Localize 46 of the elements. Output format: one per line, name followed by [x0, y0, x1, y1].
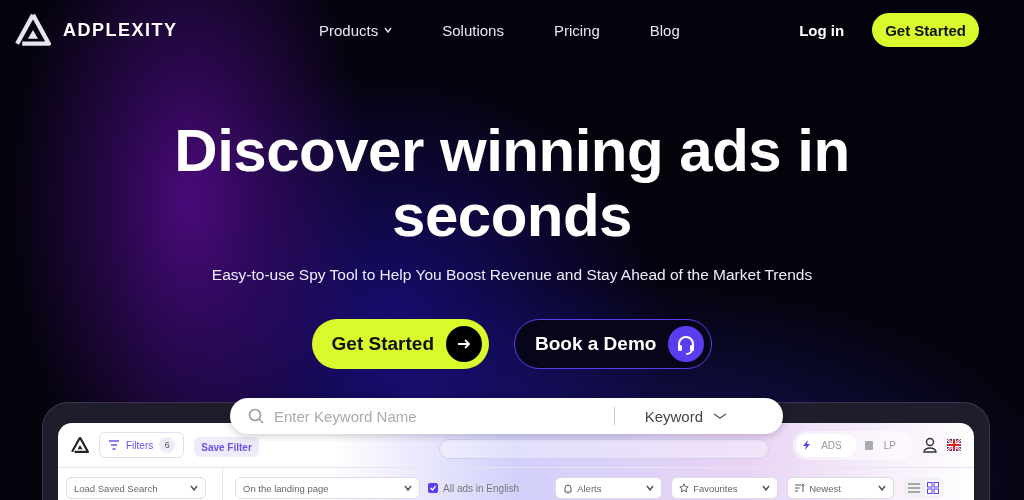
flag-icon[interactable] — [947, 439, 961, 451]
english-checkbox[interactable]: All ads in English — [428, 482, 520, 494]
headline: Discover winning ads in — [174, 117, 850, 184]
saved-search-dropdown[interactable]: Load Saved Search — [66, 477, 206, 499]
chevron-down-icon — [713, 413, 727, 419]
keyword-search-field[interactable]: Enter Keyword Name Keyword — [230, 398, 783, 434]
lightning-icon — [803, 440, 811, 450]
sort-icon — [795, 482, 806, 494]
chevron-down-icon — [646, 485, 655, 491]
scope-dropdown[interactable]: On the landing page — [235, 477, 420, 499]
list-icon — [908, 482, 921, 494]
headline: seconds — [392, 182, 632, 249]
get-started-button[interactable]: Get Started — [311, 319, 489, 369]
book-demo-button[interactable]: Book a Demo — [514, 319, 713, 369]
chevron-down-icon — [404, 485, 412, 491]
brand-name: ADPLEXITY — [63, 19, 178, 41]
search-type-dropdown[interactable]: Keyword — [644, 407, 727, 425]
page-icon — [864, 440, 873, 450]
subtitle: Easy-to-use Spy Tool to Help You Boost Revenue and Stay Ahead of the Market Trends — [211, 266, 813, 284]
nav-link[interactable]: Blog — [649, 21, 680, 39]
filter-dropdown[interactable]: Alerts — [555, 477, 663, 499]
filter-dropdown[interactable]: Newest — [787, 477, 895, 499]
publisher-search-field[interactable] — [438, 439, 769, 459]
nav-link[interactable]: Pricing — [553, 21, 600, 39]
save-filter-button[interactable]: Save Filter — [194, 437, 259, 457]
nav-link[interactable]: Products — [319, 21, 393, 39]
filter-icon — [108, 440, 120, 450]
chevron-down-icon — [762, 485, 771, 491]
user-icon[interactable] — [923, 437, 937, 453]
star-icon — [679, 482, 690, 494]
chevron-down-icon — [878, 485, 887, 491]
nav-link[interactable]: Solutions — [442, 21, 504, 39]
arrow-right-icon — [446, 326, 482, 362]
chevron-down-icon — [190, 485, 198, 491]
logo-icon — [15, 12, 51, 48]
bell-icon — [563, 482, 574, 494]
logo-icon — [71, 436, 89, 454]
search-icon — [248, 408, 264, 424]
login-link[interactable]: Log in — [799, 21, 845, 39]
get-started-button[interactable]: Get Started — [872, 13, 979, 47]
filter-count: 6 — [159, 437, 176, 453]
filter-dropdown[interactable]: Favourites — [671, 477, 779, 499]
filters-button[interactable]: Filters 6 — [99, 432, 185, 458]
grid-view-button[interactable] — [925, 480, 942, 496]
headset-icon — [668, 326, 705, 362]
grid-icon — [927, 482, 940, 494]
